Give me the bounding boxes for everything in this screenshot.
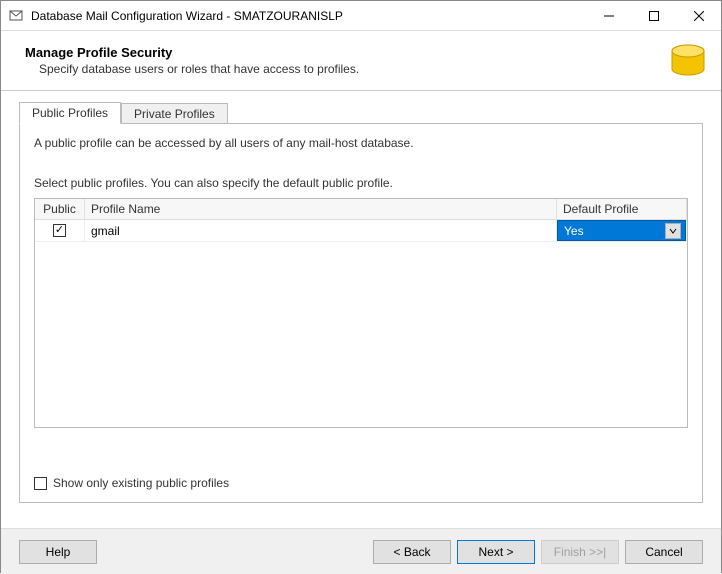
- column-header-name[interactable]: Profile Name: [85, 199, 557, 219]
- titlebar: Database Mail Configuration Wizard - SMA…: [1, 1, 721, 31]
- cell-public-checkbox[interactable]: [35, 220, 85, 241]
- show-only-label: Show only existing public profiles: [53, 476, 229, 490]
- tab-strip: Public Profiles Private Profiles: [19, 101, 703, 123]
- page-title: Manage Profile Security: [25, 45, 703, 60]
- show-only-existing-checkbox[interactable]: Show only existing public profiles: [34, 476, 229, 490]
- wizard-footer: Help < Back Next > Finish >>| Cancel: [1, 528, 721, 574]
- back-button[interactable]: < Back: [373, 540, 451, 564]
- help-button[interactable]: Help: [19, 540, 97, 564]
- wizard-header: Manage Profile Security Specify database…: [1, 31, 721, 91]
- cell-default-profile[interactable]: Yes: [557, 220, 687, 241]
- next-button[interactable]: Next >: [457, 540, 535, 564]
- content-area: Public Profiles Private Profiles A publi…: [1, 91, 721, 503]
- grid-header: Public Profile Name Default Profile: [35, 199, 687, 220]
- public-checkbox-icon: [53, 224, 66, 237]
- info-text: A public profile can be accessed by all …: [34, 136, 688, 150]
- app-icon: [9, 8, 25, 24]
- cell-profile-name[interactable]: gmail: [85, 220, 557, 241]
- show-only-checkbox-icon: [34, 477, 47, 490]
- page-subtitle: Specify database users or roles that hav…: [39, 62, 703, 76]
- default-profile-dropdown[interactable]: Yes: [557, 220, 686, 241]
- maximize-button[interactable]: [631, 1, 676, 30]
- column-header-public[interactable]: Public: [35, 199, 85, 219]
- chevron-down-icon: [665, 223, 681, 239]
- table-row: gmail Yes: [35, 220, 687, 242]
- cancel-button[interactable]: Cancel: [625, 540, 703, 564]
- finish-button: Finish >>|: [541, 540, 619, 564]
- window-controls: [586, 1, 721, 30]
- dropdown-value: Yes: [564, 224, 584, 238]
- instruction-text: Select public profiles. You can also spe…: [34, 176, 688, 190]
- tab-private-profiles[interactable]: Private Profiles: [121, 103, 228, 124]
- close-button[interactable]: [676, 1, 721, 30]
- minimize-button[interactable]: [586, 1, 631, 30]
- tab-public-profiles[interactable]: Public Profiles: [19, 102, 121, 124]
- column-header-default[interactable]: Default Profile: [557, 199, 687, 219]
- header-icon: [665, 39, 711, 85]
- profiles-grid: Public Profile Name Default Profile gmai…: [34, 198, 688, 428]
- window-title: Database Mail Configuration Wizard - SMA…: [31, 9, 586, 23]
- tab-body-public: A public profile can be accessed by all …: [19, 123, 703, 503]
